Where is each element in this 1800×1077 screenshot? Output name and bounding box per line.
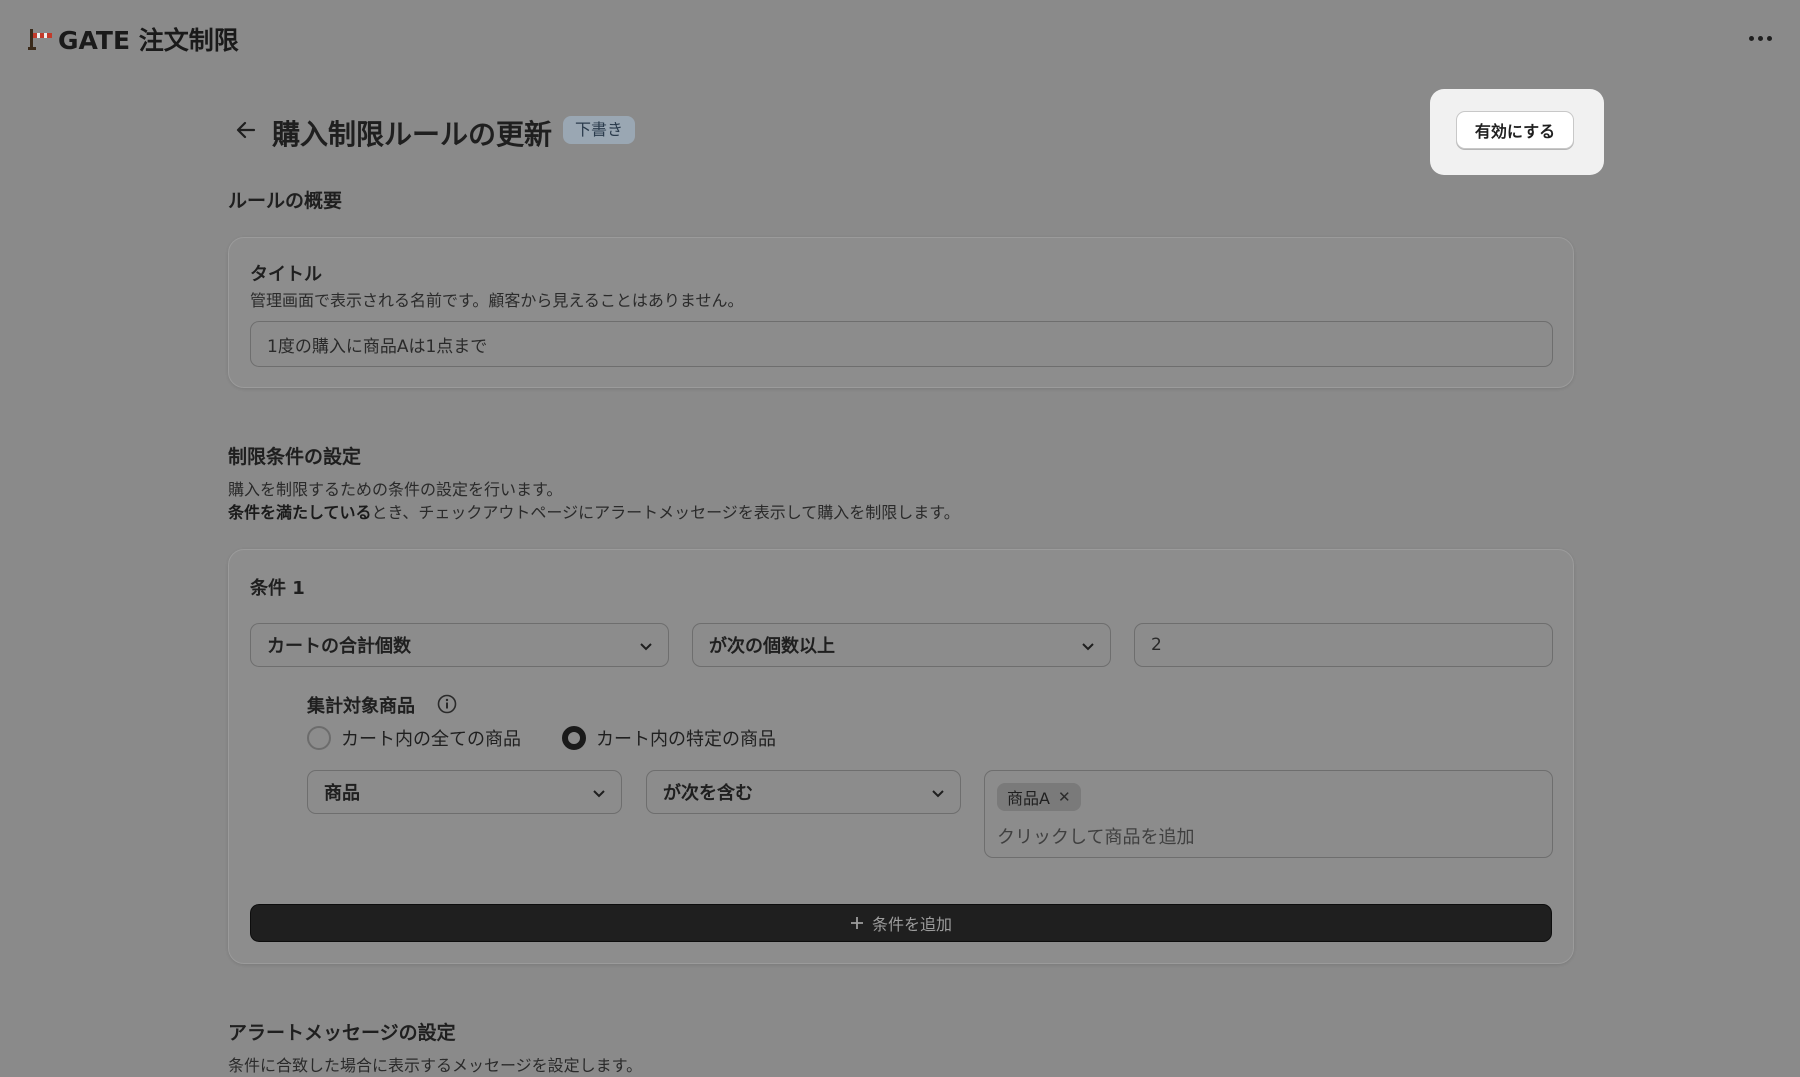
arrow-left-icon	[236, 121, 256, 139]
product-field-select-value: 商品	[324, 783, 360, 804]
overview-card: タイトル 管理画面で表示される名前です。顧客から見えることはありません。 1度の…	[228, 237, 1574, 388]
more-actions-button[interactable]	[1742, 22, 1778, 54]
chevron-down-icon	[593, 790, 605, 798]
chevron-down-icon	[1082, 643, 1094, 651]
conditions-desc-line2: とき、チェックアウトページにアラートメッセージを表示して購入を制限します。	[371, 503, 960, 522]
condition-field-select[interactable]: カートの合計個数	[250, 623, 669, 667]
top-bar: GATE 注文制限	[0, 0, 1800, 78]
title-field-label: タイトル	[250, 264, 322, 285]
radio-specific-products[interactable]: カート内の特定の商品	[562, 725, 776, 751]
condition-card: 条件 1 カートの合計個数 が次の個数以上 2 集計対象商品 カート内の全ての商…	[228, 549, 1574, 964]
page-header: 購入制限ルールの更新 下書き	[228, 104, 1578, 156]
overview-heading: ルールの概要	[228, 190, 343, 212]
info-icon[interactable]	[437, 694, 457, 714]
activate-button[interactable]: 有効にする	[1456, 111, 1574, 149]
radio-all-products[interactable]: カート内の全ての商品	[307, 725, 521, 751]
radio-specific-products-label: カート内の特定の商品	[596, 729, 776, 750]
product-operator-select[interactable]: が次を含む	[646, 770, 961, 814]
more-dot-icon	[1748, 35, 1754, 41]
condition-operator-select[interactable]: が次の個数以上	[692, 623, 1111, 667]
product-tag-placeholder: クリックして商品を追加	[997, 827, 1195, 848]
plus-icon	[850, 917, 863, 929]
radio-circle-checked[interactable]	[562, 726, 586, 750]
conditions-heading: 制限条件の設定	[228, 446, 362, 468]
product-tag-label: 商品A	[1007, 789, 1050, 808]
title-field-help: 管理画面で表示される名前です。顧客から見えることはありません。	[250, 291, 744, 310]
back-button[interactable]	[228, 112, 264, 148]
page-title: 購入制限ルールの更新	[272, 118, 553, 151]
app-title: GATE 注文制限	[58, 26, 239, 55]
product-tag: 商品A ✕	[997, 783, 1081, 811]
title-input[interactable]: 1度の購入に商品Aは1点まで	[250, 321, 1553, 367]
tag-remove-icon[interactable]: ✕	[1058, 788, 1071, 806]
product-tag-input[interactable]: 商品A ✕ クリックして商品を追加	[984, 770, 1553, 858]
radio-all-products-label: カート内の全ての商品	[341, 729, 521, 750]
alert-description: 条件に合致した場合に表示するメッセージを設定します。	[228, 1056, 643, 1075]
add-condition-button[interactable]: 条件を追加	[250, 904, 1552, 942]
status-badge: 下書き	[563, 116, 636, 144]
product-operator-select-value: が次を含む	[663, 783, 753, 804]
condition-field-select-value: カートの合計個数	[267, 636, 411, 657]
gate-logo-icon	[28, 29, 52, 50]
target-products-label: 集計対象商品	[307, 696, 415, 717]
alert-heading: アラートメッセージの設定	[228, 1022, 456, 1044]
more-dot-icon	[1766, 35, 1772, 41]
condition-operator-select-value: が次の個数以上	[709, 636, 835, 657]
radio-circle[interactable]	[307, 726, 331, 750]
condition-label: 条件 1	[250, 578, 305, 599]
more-dot-icon	[1757, 35, 1763, 41]
product-field-select[interactable]: 商品	[307, 770, 622, 814]
activate-button-highlight: 有効にする	[1430, 89, 1604, 175]
condition-value-input[interactable]: 2	[1134, 623, 1553, 667]
chevron-down-icon	[932, 790, 944, 798]
conditions-description: 購入を制限するための条件の設定を行います。 条件を満たしているとき、チェックアウ…	[228, 478, 960, 524]
conditions-desc-line1: 購入を制限するための条件の設定を行います。	[228, 480, 563, 499]
add-condition-label: 条件を追加	[871, 915, 952, 934]
chevron-down-icon	[640, 643, 652, 651]
conditions-desc-emphasis: 条件を満たしている	[228, 503, 372, 522]
